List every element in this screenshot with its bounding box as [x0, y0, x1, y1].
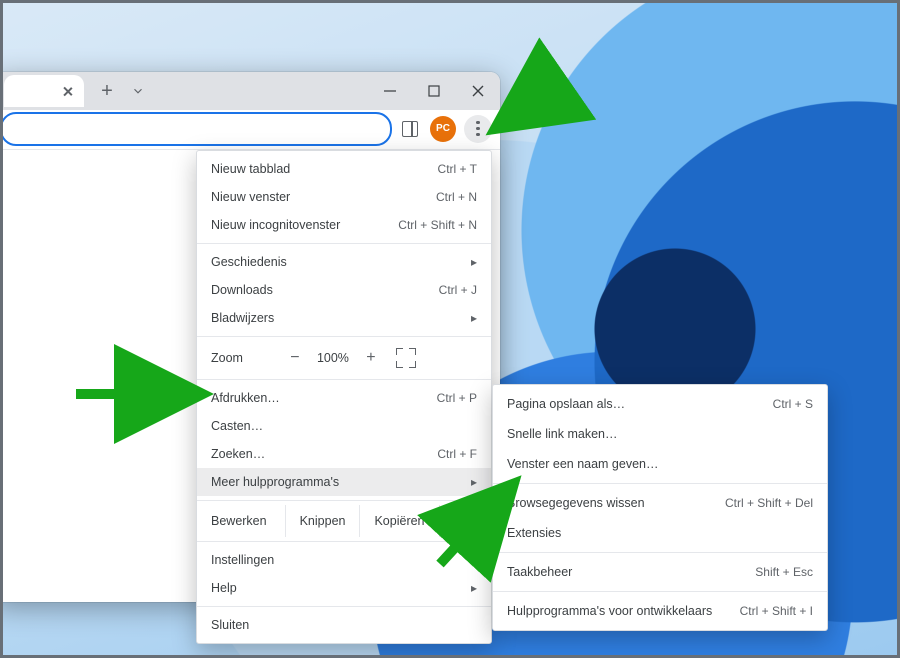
menu-item-help[interactable]: Help ▸ — [197, 574, 491, 602]
submenu-item-create-shortcut[interactable]: Snelle link maken… — [493, 419, 827, 449]
menu-item-more-tools[interactable]: Meer hulpprogramma's ▸ — [197, 468, 491, 496]
menu-item-new-window[interactable]: Nieuw venster Ctrl + N — [197, 183, 491, 211]
app-menu-button[interactable] — [464, 115, 492, 143]
menu-item-settings[interactable]: Instellingen — [197, 546, 491, 574]
fullscreen-icon[interactable] — [395, 347, 417, 369]
menu-item-exit[interactable]: Sluiten — [197, 611, 491, 639]
chevron-right-icon: ▸ — [471, 581, 477, 595]
app-menu: Nieuw tabblad Ctrl + T Nieuw venster Ctr… — [196, 150, 492, 644]
submenu-item-extensions[interactable]: Extensies — [493, 518, 827, 548]
browser-tab[interactable] — [4, 75, 84, 107]
menu-item-history[interactable]: Geschiedenis ▸ — [197, 248, 491, 276]
submenu-item-clear-browsing-data[interactable]: Browsegegevens wissen Ctrl + Shift + Del — [493, 488, 827, 518]
browser-toolbar: PC — [0, 110, 500, 150]
chevron-right-icon: ▸ — [471, 311, 477, 325]
submenu-item-task-manager[interactable]: Taakbeheer Shift + Esc — [493, 557, 827, 587]
maximize-button[interactable] — [412, 72, 456, 110]
menu-item-zoom: Zoom − 100% + — [197, 341, 491, 375]
edit-copy-button[interactable]: Kopiëren — [359, 505, 438, 537]
menu-item-find[interactable]: Zoeken… Ctrl + F — [197, 440, 491, 468]
profile-avatar[interactable]: PC — [430, 116, 456, 142]
menu-item-downloads[interactable]: Downloads Ctrl + J — [197, 276, 491, 304]
minimize-button[interactable] — [368, 72, 412, 110]
more-tools-submenu: Pagina opslaan als… Ctrl + S Snelle link… — [492, 384, 828, 631]
tab-search-button[interactable] — [120, 84, 156, 98]
side-panel-icon[interactable] — [402, 121, 418, 137]
close-tab-icon[interactable] — [63, 87, 72, 96]
menu-item-new-tab[interactable]: Nieuw tabblad Ctrl + T — [197, 155, 491, 183]
zoom-out-button[interactable]: − — [281, 346, 309, 370]
close-window-button[interactable] — [456, 72, 500, 110]
window-titlebar: + — [0, 72, 500, 110]
zoom-in-button[interactable]: + — [357, 346, 385, 370]
menu-item-bookmarks[interactable]: Bladwijzers ▸ — [197, 304, 491, 332]
menu-item-edit-row: Bewerken Knippen Kopiëren Plakken — [197, 505, 491, 537]
chevron-right-icon: ▸ — [471, 475, 477, 489]
new-tab-button[interactable]: + — [94, 78, 120, 104]
chevron-right-icon: ▸ — [471, 255, 477, 269]
edit-cut-button[interactable]: Knippen — [285, 505, 360, 537]
menu-item-cast[interactable]: Casten… — [197, 412, 491, 440]
menu-item-print[interactable]: Afdrukken… Ctrl + P — [197, 384, 491, 412]
menu-item-new-incognito[interactable]: Nieuw incognitovenster Ctrl + Shift + N — [197, 211, 491, 239]
submenu-item-developer-tools[interactable]: Hulpprogramma's voor ontwikkelaars Ctrl … — [493, 596, 827, 626]
submenu-item-name-window[interactable]: Venster een naam geven… — [493, 449, 827, 479]
submenu-item-save-page[interactable]: Pagina opslaan als… Ctrl + S — [493, 389, 827, 419]
zoom-value: 100% — [309, 351, 357, 365]
window-controls — [368, 72, 500, 110]
address-bar[interactable] — [0, 112, 392, 146]
